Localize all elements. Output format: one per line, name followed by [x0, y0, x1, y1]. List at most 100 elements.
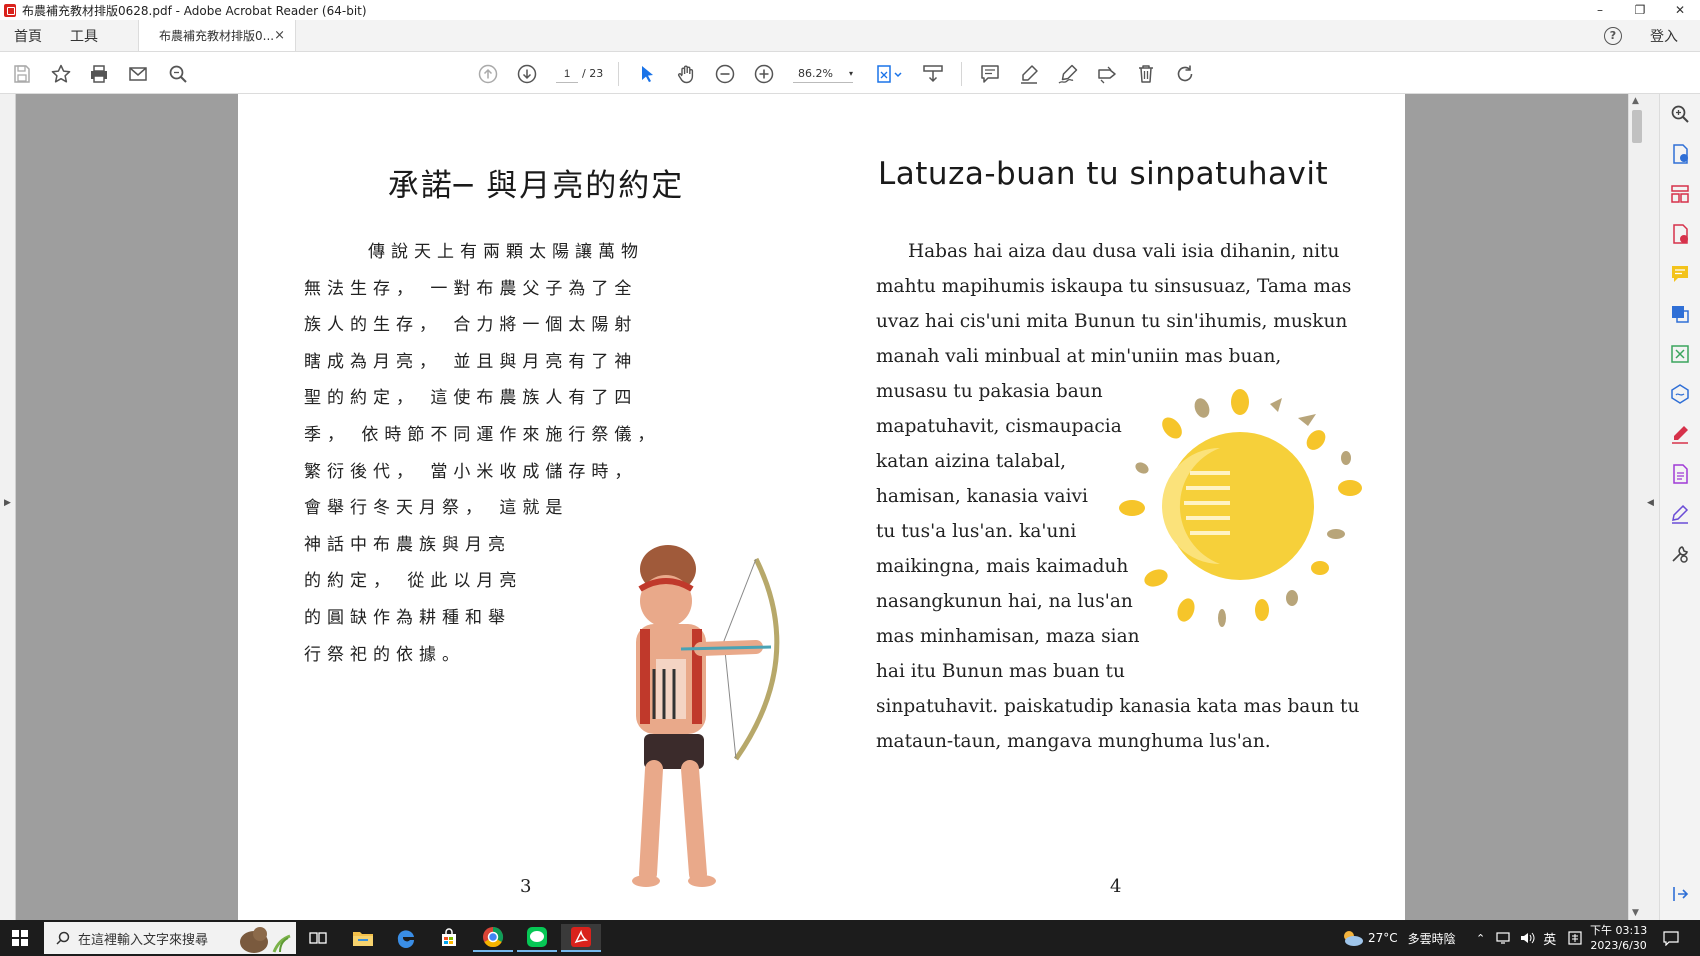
zoom-level-select[interactable]: 86.2% ▾	[793, 65, 853, 83]
page-number-left: 3	[520, 876, 532, 897]
tools-pane	[1659, 94, 1700, 920]
ime-language-indicator[interactable]: 英	[1543, 929, 1556, 948]
toolbar: / 23 86.2% ▾	[0, 53, 1700, 94]
comment-icon[interactable]	[977, 61, 1003, 87]
zoom-in-icon[interactable]	[751, 61, 777, 87]
scroll-mode-icon[interactable]	[920, 61, 946, 87]
email-icon[interactable]	[125, 61, 151, 87]
close-window-button[interactable]: ✕	[1660, 0, 1700, 20]
bunun-line: uvaz hai cis'uni mita Bunun tu sin'ihumi…	[876, 311, 1348, 332]
edit-pdf-icon[interactable]	[1668, 462, 1692, 486]
delete-trash-icon[interactable]	[1133, 61, 1159, 87]
save-icon[interactable]	[9, 61, 35, 87]
network-icon[interactable]	[1495, 931, 1511, 945]
search-placeholder: 在這裡輸入文字來搜尋	[78, 932, 209, 948]
scrollbar-thumb[interactable]	[1632, 110, 1642, 143]
right-pane-toggle[interactable]: ◀	[1644, 94, 1659, 920]
acrobat-reader-taskbar-icon[interactable]	[561, 924, 601, 952]
zoom-out-icon[interactable]	[712, 61, 738, 87]
pdf-page-spread: 承諾─ 與月亮的約定 傳說天上有兩顆太陽讓萬物 無法生存， 一對布農父子為了全 …	[238, 94, 1405, 920]
bunun-line: mahtu mapihumis iskaupa tu sinsusuaz, Ta…	[876, 276, 1352, 297]
bunun-line: sinpatuhavit. paiskatudip kanasia kata m…	[876, 696, 1360, 717]
chinese-line: 傳說天上有兩顆太陽讓萬物	[368, 242, 644, 262]
archer-illustration	[632, 545, 780, 887]
task-view-icon[interactable]	[298, 924, 338, 952]
chevron-down-icon: ▾	[848, 69, 853, 78]
help-icon[interactable]: ?	[1604, 26, 1622, 45]
chinese-line: 聖的約定， 這使布農族人有了四	[304, 388, 638, 409]
document-viewport[interactable]: ▶ 承諾─ 與月亮的約定 傳說天上有兩顆太陽讓萬物 無法生存， 一對布農父子為了…	[0, 94, 1659, 920]
next-page-icon[interactable]	[514, 61, 540, 87]
organize-pages-icon[interactable]	[1668, 182, 1692, 206]
scroll-down-arrow-icon[interactable]: ▼	[1632, 908, 1639, 918]
chinese-line: 族人的生存， 合力將一個太陽射	[304, 315, 638, 336]
send-signature-icon[interactable]	[1668, 382, 1692, 406]
scroll-up-arrow-icon[interactable]: ▲	[1632, 96, 1639, 106]
cloudy-weather-icon	[1344, 931, 1363, 946]
tab-tools[interactable]: 工具	[56, 20, 112, 51]
print-icon[interactable]	[86, 61, 112, 87]
hand-tool-icon[interactable]	[673, 61, 699, 87]
taskbar-search-box[interactable]: 在這裡輸入文字來搜尋	[44, 922, 296, 954]
export-pdf-icon[interactable]	[1668, 142, 1692, 166]
taskbar-clock[interactable]: 下午 03:13 2023/6/30	[1590, 923, 1647, 953]
select-cursor-icon[interactable]	[634, 61, 660, 87]
title-bar: 布農補充教材排版0628.pdf - Adobe Acrobat Reader …	[0, 0, 1700, 20]
bunun-title: Latuza-buan tu sinpatuhavit	[878, 156, 1329, 192]
highlight-pen-icon[interactable]	[1016, 61, 1042, 87]
notification-center-icon[interactable]	[1662, 920, 1680, 956]
acrobat-icon	[4, 3, 16, 17]
weather-description: 多雲時陰	[1407, 931, 1456, 946]
chevron-left-icon: ◀	[1647, 498, 1654, 508]
weather-widget[interactable]: 27°C 多雲時陰	[1340, 920, 1456, 956]
bunun-line: Habas hai aiza dau dusa vali isia dihani…	[908, 241, 1340, 262]
windows-start-icon[interactable]	[12, 930, 28, 946]
restore-button[interactable]: ❐	[1620, 0, 1660, 20]
more-tools-icon[interactable]	[1668, 542, 1692, 566]
window-title: 布農補充教材排版0628.pdf - Adobe Acrobat Reader …	[22, 3, 367, 18]
draw-pen-icon[interactable]	[1055, 61, 1081, 87]
collapse-pane-icon[interactable]	[1668, 882, 1692, 906]
chinese-line: 繁衍後代， 當小米收成儲存時，	[304, 461, 638, 482]
window-controls: – ❐ ✕	[1580, 0, 1700, 20]
chinese-line: 無法生存， 一對布農父子為了全	[304, 278, 638, 299]
sign-in-button[interactable]: 登入	[1650, 26, 1678, 46]
volume-icon[interactable]	[1519, 931, 1535, 945]
file-explorer-icon[interactable]	[343, 924, 383, 952]
tab-document[interactable]: 布農補充教材排版0... ×	[138, 20, 296, 51]
page-number-input[interactable]	[556, 65, 578, 83]
page-total: / 23	[582, 67, 604, 80]
chinese-line: 會舉行冬天月祭， 這就是	[304, 498, 569, 519]
comment-tool-icon[interactable]	[1668, 262, 1692, 286]
search-icon	[56, 931, 70, 945]
rotate-icon[interactable]	[1172, 61, 1198, 87]
minimize-button[interactable]: –	[1580, 0, 1620, 20]
input-method-icon[interactable]	[1568, 931, 1582, 945]
fill-sign-icon[interactable]	[1668, 422, 1692, 446]
clock-time: 下午 03:13	[1590, 924, 1648, 937]
clock-date: 2023/6/30	[1590, 939, 1647, 952]
weather-temperature: 27°C	[1368, 931, 1398, 945]
export-excel-icon[interactable]	[1668, 342, 1692, 366]
edge-browser-icon[interactable]	[386, 924, 426, 952]
show-hidden-icons-chevron-icon[interactable]: ⌃	[1476, 932, 1485, 945]
find-search-icon[interactable]	[165, 61, 191, 87]
request-signature-icon[interactable]	[1668, 502, 1692, 526]
vertical-scrollbar[interactable]: ▲ ▼	[1628, 94, 1644, 920]
microsoft-store-icon[interactable]	[429, 924, 469, 952]
windows-taskbar: 在這裡輸入文字來搜尋 27°C 多雲時陰 ⌃ 英 下午 03:13 2023/6…	[0, 920, 1700, 956]
close-tab-icon[interactable]: ×	[274, 28, 285, 43]
stamp-tag-icon[interactable]	[1094, 61, 1120, 87]
chrome-browser-icon[interactable]	[473, 924, 513, 952]
tab-home[interactable]: 首頁	[0, 20, 56, 51]
fit-page-icon[interactable]	[873, 61, 907, 87]
line-app-icon[interactable]	[517, 924, 557, 952]
zoom-tool-icon[interactable]	[1668, 102, 1692, 126]
bunun-line: mataun-taun, mangava munghuma lus'an.	[876, 731, 1271, 752]
bookmark-star-icon[interactable]	[48, 61, 74, 87]
combine-files-icon[interactable]	[1668, 302, 1692, 326]
left-pane-toggle[interactable]: ▶	[0, 94, 16, 920]
create-pdf-icon[interactable]	[1668, 222, 1692, 246]
previous-page-icon[interactable]	[475, 61, 501, 87]
sun-moon-illustration	[1119, 389, 1362, 627]
